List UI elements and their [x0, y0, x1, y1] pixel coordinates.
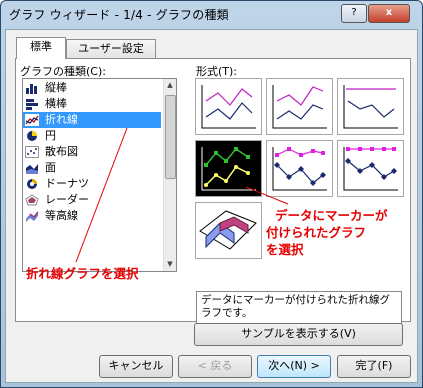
annotation-markers-line2: 付けられたグラフ	[266, 225, 367, 240]
finish-button[interactable]: 完了(F)	[337, 355, 411, 378]
list-item-label: 散布図	[45, 145, 78, 158]
list-item-column[interactable]: 縦棒	[23, 80, 161, 96]
tab-custom-types[interactable]: ユーザー設定	[66, 39, 156, 59]
line-chart-icon	[25, 114, 39, 126]
close-button[interactable]: x	[368, 4, 410, 23]
list-item-label: 横棒	[45, 97, 67, 110]
list-item-label: レーダー	[45, 193, 89, 206]
list-scrollbar[interactable]: ▲ ▼	[163, 79, 176, 271]
list-item-radar[interactable]: レーダー	[23, 192, 161, 208]
list-item-label: 等高線	[45, 209, 78, 222]
column-chart-icon	[26, 84, 37, 94]
list-item-surface[interactable]: 等高線	[23, 208, 161, 224]
show-sample-button[interactable]: サンプルを表示する(V)	[194, 323, 403, 346]
subtype-3d-line[interactable]	[195, 202, 262, 259]
tab-panel: グラフの種類(C): 縦棒 横棒 折れ線 円 散布図 面 ドーナツ レーダー 等…	[15, 58, 411, 333]
radar-chart-icon	[25, 194, 39, 206]
bar-chart-icon	[26, 99, 38, 110]
doughnut-chart-icon	[27, 179, 37, 189]
subtype-label: 形式(T):	[196, 65, 238, 78]
chart-type-label: グラフの種類(C):	[20, 65, 106, 78]
annotation-select-line-chart: 折れ線グラフを選択	[26, 266, 139, 281]
scroll-up-icon[interactable]: ▲	[164, 79, 176, 92]
tab-standard-types[interactable]: 標準	[16, 37, 66, 59]
list-item-scatter[interactable]: 散布図	[23, 144, 161, 160]
list-item-label: 縦棒	[45, 81, 67, 94]
window-title: グラフ ウィザード - 1/4 - グラフの種類	[9, 8, 229, 22]
chart-type-list[interactable]: 縦棒 横棒 折れ線 円 散布図 面 ドーナツ レーダー 等高線 ▲ ▼	[22, 78, 177, 272]
list-item-label: 折れ線	[45, 113, 78, 126]
cancel-button[interactable]: キャンセル	[99, 355, 173, 378]
subtype-100-stacked-line[interactable]	[337, 78, 404, 135]
scroll-thumb[interactable]	[165, 95, 176, 179]
annotation-markers-line1: データにマーカーが	[275, 208, 388, 223]
back-button[interactable]: < 戻る	[178, 355, 252, 378]
next-button[interactable]: 次へ(N) >	[257, 355, 331, 378]
list-item-pie[interactable]: 円	[23, 128, 161, 144]
list-item-doughnut[interactable]: ドーナツ	[23, 176, 161, 192]
title-bar[interactable]: グラフ ウィザード - 1/4 - グラフの種類 ? x	[1, 1, 422, 27]
list-item-bar[interactable]: 横棒	[23, 96, 161, 112]
subtype-100-stacked-line-with-markers[interactable]	[337, 140, 404, 197]
stacked-line-markers-subtype-icon	[272, 147, 327, 191]
pie-chart-icon	[27, 131, 37, 141]
area-chart-icon	[26, 164, 38, 174]
subtype-stacked-line[interactable]	[266, 78, 333, 135]
stacked-line-subtype-icon	[272, 85, 327, 129]
subtype-line-with-markers[interactable]	[195, 140, 262, 197]
annotation-markers-line3: を選択	[266, 242, 304, 257]
subtype-line[interactable]	[195, 78, 262, 135]
line-with-markers-subtype-icon	[201, 147, 256, 191]
scatter-chart-icon	[25, 146, 39, 158]
list-item-area[interactable]: 面	[23, 160, 161, 176]
3d-line-subtype-icon	[199, 210, 257, 250]
percent-stacked-line-subtype-icon	[343, 85, 398, 129]
chart-wizard-window: グラフ ウィザード - 1/4 - グラフの種類 ? x ユーザー設定 標準 グ…	[0, 0, 423, 388]
list-item-label: 円	[45, 129, 56, 142]
subtype-stacked-line-with-markers[interactable]	[266, 140, 333, 197]
percent-stacked-line-markers-subtype-icon	[343, 147, 398, 191]
scroll-down-icon[interactable]: ▼	[164, 258, 176, 271]
help-button[interactable]: ?	[341, 4, 367, 23]
dialog-body: ユーザー設定 標準 グラフの種類(C): 縦棒 横棒 折れ線 円 散布図 面 ド…	[5, 29, 418, 383]
list-item-label: 面	[45, 161, 56, 174]
line-subtype-icon	[201, 85, 256, 129]
list-item-line[interactable]: 折れ線	[23, 112, 161, 128]
surface-chart-icon	[26, 211, 39, 222]
list-item-label: ドーナツ	[45, 177, 89, 190]
